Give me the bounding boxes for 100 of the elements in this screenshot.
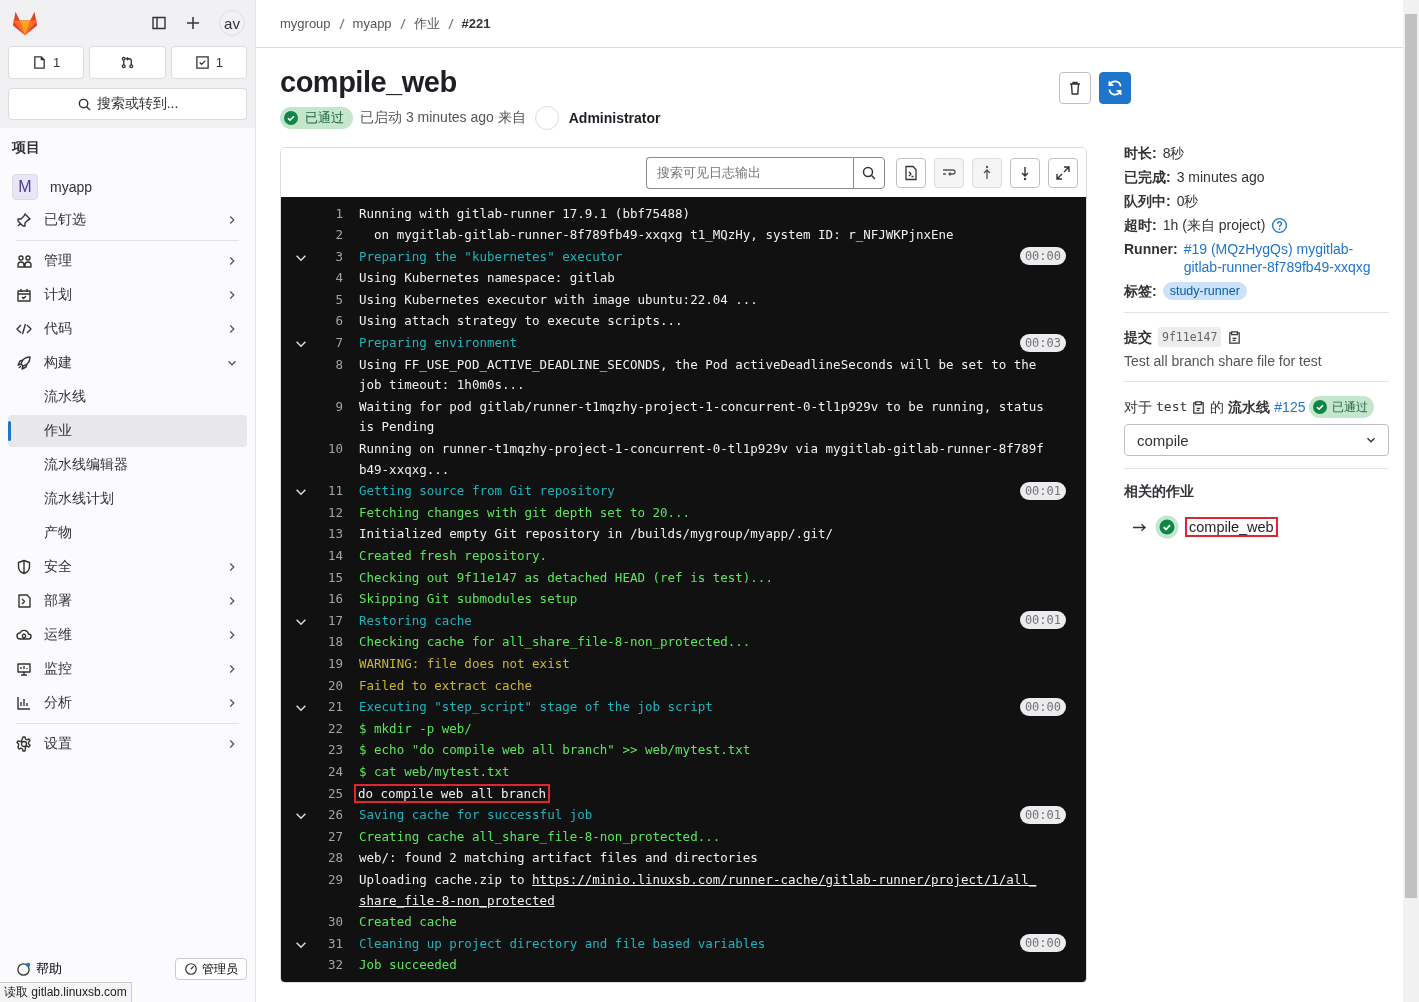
breadcrumb-link[interactable]: 作业: [413, 14, 440, 33]
document-icon: [32, 55, 48, 70]
nav-subitem[interactable]: 流水线: [8, 381, 247, 413]
nav-item[interactable]: 运维: [8, 618, 247, 652]
line-number: 19: [326, 654, 343, 673]
line-number: 7: [334, 334, 343, 353]
search-button[interactable]: [853, 156, 885, 189]
copy-icon[interactable]: [1191, 399, 1207, 415]
log-line: Running on runner-t1mqzhy-project-1-concurrent-0-tl1p929v via mygitlab-gitlab-runner-8f789fb49-xxqxg...: [359, 441, 1044, 477]
nav-subitem[interactable]: 产物: [8, 517, 247, 549]
duration-badge: 00:00: [1019, 697, 1066, 716]
status-bar: 读取 gitlab.linuxsb.com: [0, 982, 132, 1002]
scroll-bottom-button[interactable]: [1010, 157, 1040, 188]
search-icon: [76, 96, 92, 112]
nav-item[interactable]: 代码: [8, 312, 247, 346]
success-icon: [1155, 515, 1179, 539]
help-icon[interactable]: [1271, 216, 1289, 234]
nav-item[interactable]: 管理: [8, 244, 247, 278]
retry-button[interactable]: [1099, 72, 1131, 104]
log-line: Using attach strategy to execute scripts...: [359, 313, 683, 329]
terminal-icon: [16, 593, 32, 609]
user-name[interactable]: Administrator: [568, 110, 661, 126]
nav-item[interactable]: 安全: [8, 550, 247, 584]
log-link[interactable]: https://minio.linuxsb.com/runner-cache/gitlab-runner/project/1/all_: [532, 871, 1037, 887]
line-number: 21: [326, 698, 343, 717]
log-line: Creating cache all_share_file-8-non_protected...: [359, 828, 721, 844]
breadcrumb-link[interactable]: #221: [461, 16, 491, 31]
related-job-link[interactable]: compile_web: [1187, 519, 1276, 535]
delete-button[interactable]: [1059, 72, 1091, 104]
log-search-field[interactable]: 搜索可见日志输出: [646, 156, 853, 189]
help-button[interactable]: 帮助: [16, 960, 62, 978]
duration-badge: 00:00: [1019, 247, 1066, 266]
detail-label: 时长:: [1124, 144, 1157, 162]
nav-item[interactable]: 监控: [8, 652, 247, 686]
merge-request-icon: [120, 55, 135, 70]
counter-button[interactable]: 1: [170, 46, 247, 79]
nav-item[interactable]: 构建: [8, 346, 247, 380]
line-number: 31: [326, 934, 343, 953]
users-icon: [16, 253, 32, 269]
logo-icon[interactable]: [11, 10, 39, 36]
line-number: 9: [334, 397, 343, 416]
detail-label: 队列中:: [1124, 192, 1171, 210]
document-icon: [903, 164, 919, 181]
wrap-lines-button[interactable]: [934, 157, 964, 188]
branch-name[interactable]: test: [1156, 398, 1188, 416]
nav-subitem[interactable]: 作业: [8, 415, 247, 447]
nav-item[interactable]: 部署: [8, 584, 247, 618]
retry-icon: [1106, 79, 1124, 97]
scroll-top-button[interactable]: [972, 157, 1002, 188]
counter-button[interactable]: [89, 46, 166, 79]
sidebar-toggle-icon[interactable]: [151, 15, 167, 31]
breadcrumb-separator-icon: [447, 17, 454, 30]
pipeline-link[interactable]: #125: [1274, 398, 1306, 416]
log-line: Fetching changes with git depth set to 20...: [359, 504, 691, 520]
runner-link[interactable]: #19 (MQzHygQs) mygitlab-gitlab-runner-8f789fb49-xxqxg: [1183, 240, 1389, 276]
raw-log-button[interactable]: [896, 157, 926, 188]
nav-item[interactable]: 计划: [8, 278, 247, 312]
line-number: 8: [334, 355, 343, 374]
line-number: 22: [326, 719, 343, 738]
line-number: 12: [326, 503, 343, 522]
log-line: $ mkdir -p web/: [359, 720, 472, 736]
job-meta: 已启动 3 minutes ago 来自: [360, 109, 526, 127]
breadcrumb-link[interactable]: myapp: [352, 16, 392, 31]
gauge-icon: [184, 962, 198, 976]
counter-button[interactable]: 1: [8, 46, 85, 79]
line-number: 23: [326, 741, 343, 760]
success-icon: [1312, 399, 1329, 415]
commit-sha[interactable]: 9f11e147: [1158, 327, 1222, 347]
search-button[interactable]: 搜索或转到...: [8, 88, 247, 120]
detail-label: 超时:: [1124, 216, 1157, 234]
fullscreen-button[interactable]: [1048, 157, 1078, 188]
nav-subitem[interactable]: 流水线编辑器: [8, 449, 247, 481]
nav-subitem[interactable]: 流水线计划: [8, 483, 247, 515]
scrollbar[interactable]: [1403, 0, 1419, 1002]
commit-label: 提交: [1124, 328, 1152, 346]
project-link[interactable]: M myapp: [8, 171, 247, 203]
log-link[interactable]: share_file-8-non_protected: [359, 892, 555, 908]
search-icon: [861, 164, 877, 181]
log-line: do compile web all branch: [356, 785, 549, 801]
detail-value: 0秒: [1176, 192, 1199, 210]
breadcrumb-link[interactable]: mygroup: [280, 16, 331, 31]
detail-value: 8秒: [1162, 144, 1185, 162]
detail-label: 标签:: [1124, 282, 1157, 300]
nav-item[interactable]: 分析: [8, 686, 247, 720]
plus-icon[interactable]: [185, 15, 201, 31]
nav-item[interactable]: 设置: [8, 727, 247, 761]
log-line: Waiting for pod gitlab/runner-t1mqzhy-project-1-concurrent-0-tl1p929v to be running, status is Pending: [359, 398, 1045, 435]
nav-item[interactable]: 已钉选: [8, 203, 247, 237]
help-icon: [16, 961, 31, 977]
log-line: Running with gitlab-runner 17.9.1 (bbf75488): [359, 205, 691, 221]
line-number: 4: [334, 269, 343, 288]
stage-dropdown[interactable]: compile: [1124, 424, 1389, 456]
copy-icon[interactable]: [1227, 329, 1243, 345]
line-number: 17: [326, 611, 343, 630]
line-number: 14: [326, 547, 343, 565]
line-number: 18: [326, 633, 343, 652]
line-number: 1: [334, 204, 343, 223]
success-icon: [283, 110, 299, 126]
line-number: 11: [326, 482, 343, 501]
admin-button[interactable]: 管理员: [175, 958, 247, 980]
